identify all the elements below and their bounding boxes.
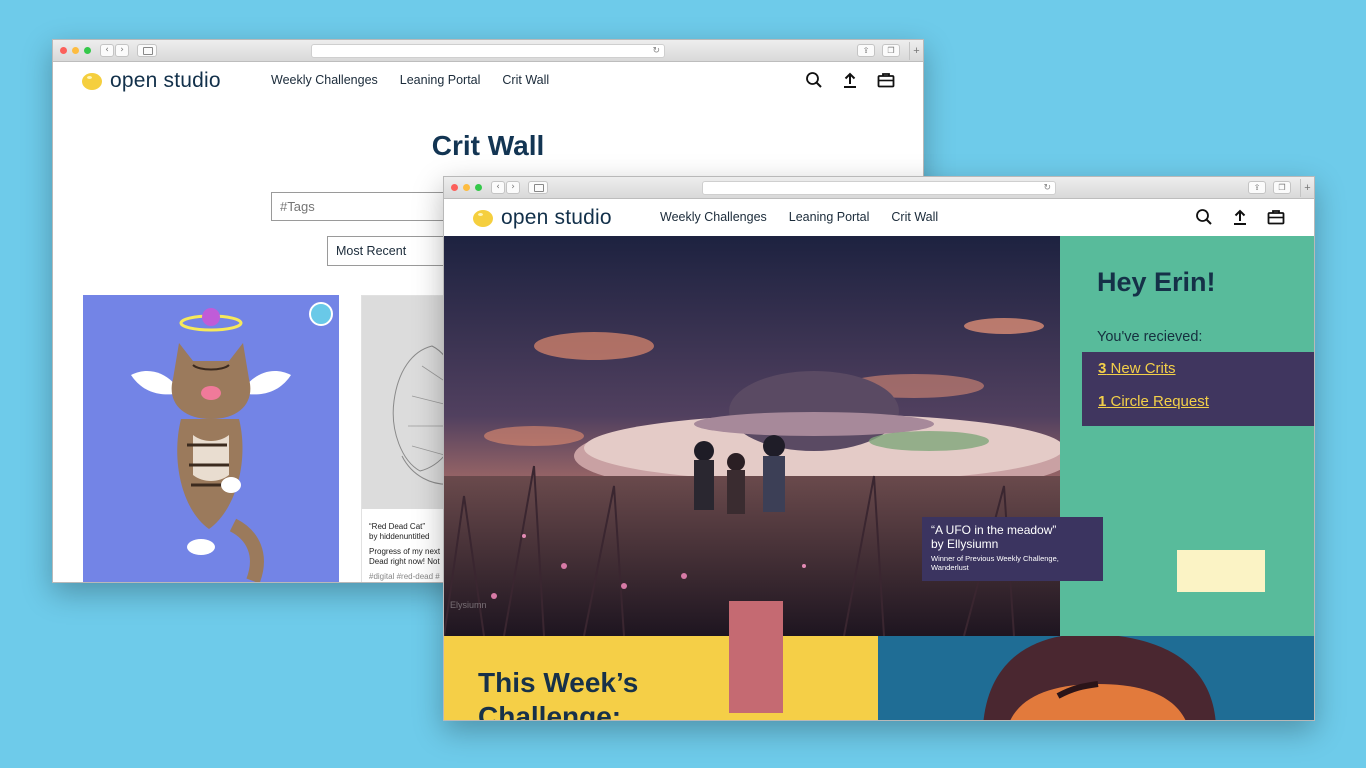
- logo-mark-icon: [473, 209, 493, 227]
- comment-icon[interactable]: [309, 302, 333, 326]
- portfolio-icon[interactable]: [1267, 208, 1285, 226]
- page-title: Crit Wall: [431, 130, 545, 161]
- header-icons: [1195, 208, 1285, 226]
- card-title: “Red Dead Cat”: [369, 522, 426, 531]
- forward-button[interactable]: ›: [115, 44, 129, 57]
- nav-leaning-portal[interactable]: Leaning Portal: [789, 210, 870, 224]
- nav-crit-wall[interactable]: Crit Wall: [891, 210, 938, 224]
- search-icon[interactable]: [1195, 208, 1213, 226]
- reload-icon[interactable]: ↻: [1043, 182, 1051, 194]
- card-author: by hiddenuntitled: [369, 532, 430, 541]
- share-button[interactable]: ⇪: [1248, 181, 1266, 194]
- card-description-line-1: Progress of my next: [369, 547, 441, 556]
- minimize-window-button[interactable]: [463, 184, 470, 191]
- close-window-button[interactable]: [451, 184, 458, 191]
- caption-title: “A UFO in the meadow”: [931, 523, 1057, 537]
- weekly-challenge-section: This Week’s Challenge:: [444, 636, 878, 721]
- new-tab-button[interactable]: +: [1300, 179, 1314, 197]
- circle-request-link[interactable]: 1 Circle Request: [1098, 393, 1209, 410]
- browser-window-dashboard: ‹ › ↻ ⇪ ❐ + open studio Weekly Challenge…: [443, 176, 1315, 721]
- new-crits-link[interactable]: 3 New Crits: [1098, 360, 1176, 377]
- share-button[interactable]: ⇪: [857, 44, 875, 57]
- sidebar-toggle-button[interactable]: [528, 181, 548, 194]
- main-nav: Weekly Challenges Leaning Portal Crit Wa…: [271, 73, 549, 87]
- tabs-button[interactable]: ❐: [1273, 181, 1291, 194]
- challenge-artwork[interactable]: [878, 636, 1314, 720]
- card-description: Progress of my next Dead right now! Not: [369, 547, 440, 567]
- browser-toolbar: ‹ › ↻ ⇪ ❐ +: [444, 177, 1314, 199]
- back-button[interactable]: ‹: [100, 44, 114, 57]
- caption-author[interactable]: by Ellysiumn: [931, 537, 1094, 551]
- address-bar[interactable]: ↻: [702, 181, 1056, 195]
- new-crits-count: 3: [1098, 360, 1107, 377]
- new-crits-label: New Crits: [1110, 360, 1176, 377]
- angel-cat-illustration: [131, 308, 291, 582]
- logo-text: open studio: [110, 69, 221, 92]
- circle-request-count: 1: [1098, 393, 1107, 410]
- greeting-subtitle: You've recieved:: [1097, 329, 1203, 345]
- site-header: open studio Weekly Challenges Leaning Po…: [53, 62, 923, 98]
- back-button[interactable]: ‹: [491, 181, 505, 194]
- logo[interactable]: open studio: [473, 206, 612, 230]
- circle-request-label: Circle Request: [1110, 393, 1209, 410]
- new-tab-button[interactable]: +: [909, 42, 923, 60]
- nav-weekly-challenges[interactable]: Weekly Challenges: [660, 210, 767, 224]
- address-bar[interactable]: ↻: [311, 44, 665, 58]
- reload-icon[interactable]: ↻: [652, 45, 660, 57]
- nav-leaning-portal[interactable]: Leaning Portal: [400, 73, 481, 87]
- logo[interactable]: open studio: [82, 69, 221, 93]
- nav-crit-wall[interactable]: Crit Wall: [502, 73, 549, 87]
- upload-icon[interactable]: [1231, 208, 1249, 226]
- action-button[interactable]: [1177, 550, 1265, 592]
- logo-text: open studio: [501, 206, 612, 229]
- nav-weekly-challenges[interactable]: Weekly Challenges: [271, 73, 378, 87]
- caption-note: Winner of Previous Weekly Challenge, Wan…: [931, 554, 1059, 572]
- artwork-caption: “A UFO in the meadow” by Ellysiumn Winne…: [922, 517, 1103, 581]
- artist-watermark: Elysiumn: [450, 600, 487, 610]
- browser-toolbar: ‹ › ↻ ⇪ ❐ +: [53, 40, 923, 62]
- header-icons: [805, 71, 895, 89]
- zoom-window-button[interactable]: [84, 47, 91, 54]
- challenge-accent-block: [729, 601, 783, 713]
- card-description-line-2: Dead right now! Not: [369, 557, 440, 566]
- main-nav: Weekly Challenges Leaning Portal Crit Wa…: [660, 210, 938, 224]
- site-header: open studio Weekly Challenges Leaning Po…: [444, 199, 1314, 235]
- logo-mark-icon: [82, 72, 102, 90]
- close-window-button[interactable]: [60, 47, 67, 54]
- notifications-box: 3 New Crits 1 Circle Request: [1082, 352, 1314, 426]
- sidebar-toggle-button[interactable]: [137, 44, 157, 57]
- portfolio-icon[interactable]: [877, 71, 895, 89]
- upload-icon[interactable]: [841, 71, 859, 89]
- crit-card-angel-cat[interactable]: [83, 295, 339, 582]
- search-icon[interactable]: [805, 71, 823, 89]
- tabs-button[interactable]: ❐: [882, 44, 900, 57]
- forward-button[interactable]: ›: [506, 181, 520, 194]
- zoom-window-button[interactable]: [475, 184, 482, 191]
- minimize-window-button[interactable]: [72, 47, 79, 54]
- greeting-title: Hey Erin!: [1097, 267, 1216, 297]
- portrait-illustration: [878, 636, 1314, 720]
- challenge-title: This Week’s Challenge:: [478, 667, 639, 721]
- card-tags[interactable]: #digital #red-dead #: [369, 572, 440, 581]
